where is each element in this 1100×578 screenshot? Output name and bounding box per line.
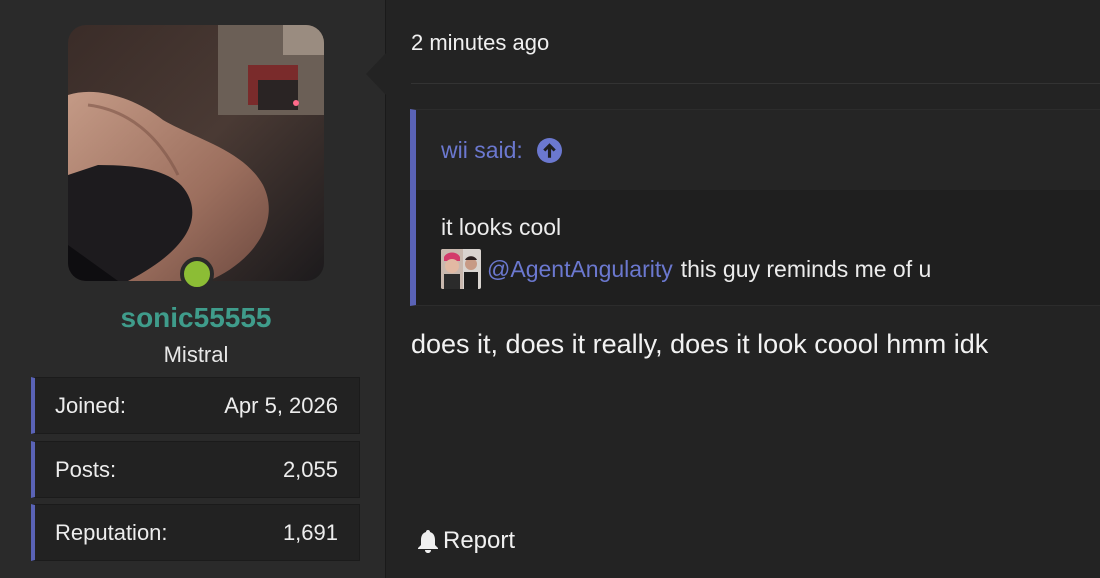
user-mention-link[interactable]: @AgentAngularity xyxy=(487,256,673,283)
avatar[interactable] xyxy=(68,25,324,281)
quote-text: this guy reminds me of u xyxy=(680,255,932,282)
stat-posts: Posts: 2,055 xyxy=(31,441,360,498)
quote-line: @AgentAngularity this guy reminds me of … xyxy=(441,249,1100,289)
forum-post: sonic55555 Mistral Joined: Apr 5, 2026 P… xyxy=(0,0,1100,578)
stat-label: Reputation: xyxy=(55,519,168,545)
up-arrow-circle-icon[interactable] xyxy=(536,137,562,163)
post-content: 2 minutes ago wii said: it looks cool @A… xyxy=(387,0,1100,578)
stat-label: Posts: xyxy=(55,456,117,482)
avatar-container xyxy=(68,25,324,291)
panel-pointer xyxy=(366,52,387,96)
user-panel: sonic55555 Mistral Joined: Apr 5, 2026 P… xyxy=(0,0,386,578)
user-title: Mistral xyxy=(163,342,229,367)
stat-value[interactable]: 2,055 xyxy=(283,457,338,483)
bell-icon xyxy=(418,530,438,553)
stat-joined: Joined: Apr 5, 2026 xyxy=(31,377,360,434)
report-button[interactable]: Report xyxy=(417,527,515,555)
username-link[interactable]: sonic55555 xyxy=(0,302,392,334)
quote-body: it looks cool @AgentAngularity this guy … xyxy=(416,190,1100,289)
post-timestamp[interactable]: 2 minutes ago xyxy=(411,30,549,56)
quote-author[interactable]: wii said: xyxy=(441,137,523,164)
stat-value[interactable]: 1,691 xyxy=(283,520,338,546)
mention-avatar[interactable] xyxy=(441,249,481,289)
stat-label: Joined: xyxy=(55,392,126,418)
quote-block: wii said: it looks cool @AgentAngularity… xyxy=(410,109,1100,306)
quote-header[interactable]: wii said: xyxy=(416,110,1100,190)
stat-value: Apr 5, 2026 xyxy=(224,392,338,418)
post-message: does it, does it really, does it look co… xyxy=(411,329,989,359)
stat-reputation: Reputation: 1,691 xyxy=(31,504,360,561)
divider xyxy=(411,83,1100,84)
report-label[interactable]: Report xyxy=(443,527,515,555)
online-indicator xyxy=(180,257,214,291)
quote-line: it looks cool xyxy=(441,214,562,240)
